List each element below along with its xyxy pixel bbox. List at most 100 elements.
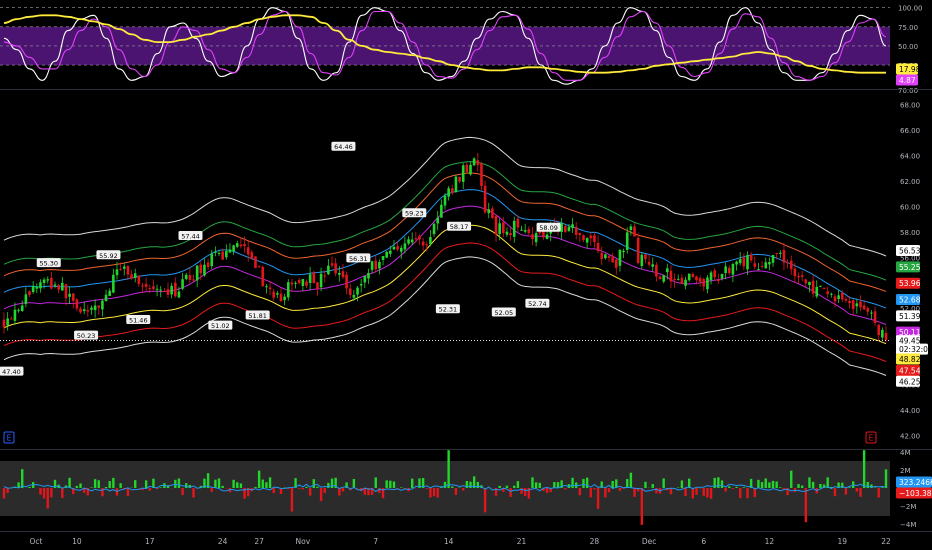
volume-bar[interactable] [462, 488, 465, 491]
volume-bar[interactable] [469, 481, 472, 488]
volume-bar[interactable] [760, 482, 764, 488]
volume-bar[interactable] [724, 488, 727, 492]
volume-bar[interactable] [108, 481, 111, 488]
volume-bar[interactable] [290, 488, 294, 512]
volume-bar[interactable] [728, 486, 731, 488]
volume-bar[interactable] [425, 488, 428, 489]
volume-bar[interactable] [316, 486, 319, 488]
volume-bar[interactable] [585, 477, 589, 488]
volume-bar[interactable] [651, 484, 654, 488]
volume-bar[interactable] [319, 488, 323, 502]
volume-bar[interactable] [764, 478, 767, 488]
volume-bar[interactable] [272, 488, 275, 494]
volume-bar[interactable] [374, 477, 377, 488]
volume-bar[interactable] [46, 488, 49, 509]
pivot-label[interactable]: 57.44 [178, 230, 203, 241]
volume-bar[interactable] [800, 485, 804, 488]
volume-bar[interactable] [112, 477, 115, 488]
volume-bar[interactable] [862, 450, 866, 488]
volume-bar[interactable] [443, 481, 447, 488]
volume-bar[interactable] [790, 470, 793, 488]
volume-bar[interactable] [214, 479, 217, 488]
volume-bar[interactable] [6, 488, 9, 493]
volume-bar[interactable] [640, 488, 644, 525]
volume-bar[interactable] [254, 486, 257, 488]
volume-bar[interactable] [410, 478, 414, 488]
candle[interactable] [312, 270, 316, 284]
pivot-label[interactable]: 51.81 [245, 310, 270, 321]
volume-bar[interactable] [181, 488, 184, 496]
volume-bar[interactable] [338, 488, 341, 496]
volume-bar[interactable] [516, 481, 520, 488]
volume-bar[interactable] [97, 480, 100, 488]
candle[interactable] [472, 157, 476, 167]
volume-bar[interactable] [779, 487, 782, 488]
volume-bar[interactable] [177, 478, 181, 488]
volume-bar[interactable] [757, 479, 760, 488]
volume-bar[interactable] [811, 481, 815, 488]
volume-bar[interactable] [39, 488, 42, 495]
volume-bar[interactable] [578, 488, 582, 496]
volume-bar[interactable] [731, 488, 735, 489]
volume-bar[interactable] [545, 488, 549, 493]
volume-bar[interactable] [848, 487, 851, 488]
volume-bar[interactable] [28, 486, 31, 488]
volume-bar[interactable] [513, 485, 516, 488]
volume-bar[interactable] [239, 483, 243, 488]
volume-bar[interactable] [881, 487, 884, 488]
volume-bar[interactable] [819, 483, 822, 488]
volume-bar[interactable] [268, 477, 272, 488]
pivot-label[interactable]: 59.23 [402, 208, 427, 218]
volume-bar[interactable] [134, 480, 137, 488]
volume-bar[interactable] [775, 481, 778, 488]
volume-bar[interactable] [221, 485, 224, 488]
volume-bar[interactable] [841, 482, 844, 488]
volume-bar[interactable] [589, 488, 592, 498]
volume-bar[interactable] [538, 482, 541, 488]
pivot-label[interactable]: 58.09 [536, 222, 561, 233]
volume-bar[interactable] [476, 481, 480, 488]
volume-bar[interactable] [797, 484, 800, 488]
volume-bar[interactable] [662, 478, 665, 488]
volume-bar[interactable] [855, 488, 859, 492]
volume-bar[interactable] [308, 488, 312, 496]
pivot-label[interactable]: 58.17 [447, 221, 472, 232]
volume-bar[interactable] [695, 488, 698, 495]
pivot-label[interactable]: 51.02 [208, 320, 233, 331]
volume-bar[interactable] [392, 481, 396, 488]
volume-bar[interactable] [330, 478, 334, 488]
volume-bar[interactable] [582, 478, 585, 488]
volume-bar[interactable] [447, 450, 450, 488]
volume-bar[interactable] [884, 469, 888, 488]
volume-bar[interactable] [571, 477, 574, 488]
candle[interactable] [385, 250, 388, 258]
volume-bar[interactable] [633, 488, 636, 497]
volume-bar[interactable] [301, 488, 305, 490]
volume-bar[interactable] [159, 487, 162, 488]
volume-bar[interactable] [735, 486, 738, 488]
pivot-label[interactable]: 55.30 [36, 258, 61, 268]
candle[interactable] [254, 256, 257, 269]
volume-bar[interactable] [604, 488, 607, 498]
volume-bar[interactable] [119, 483, 122, 488]
volume-bar[interactable] [611, 481, 614, 488]
volume-bar[interactable] [61, 488, 64, 499]
volume-bar[interactable] [352, 478, 356, 488]
volume-bar[interactable] [389, 480, 392, 488]
volume-bar[interactable] [312, 479, 315, 488]
volume-bar[interactable] [454, 488, 458, 495]
volume-bar[interactable] [877, 488, 880, 498]
volume-bar[interactable] [93, 479, 97, 488]
volume-bar[interactable] [236, 482, 239, 488]
volume-bar[interactable] [593, 488, 596, 490]
volume-bar[interactable] [42, 488, 46, 499]
volume-bar[interactable] [706, 488, 709, 498]
volume-bar[interactable] [217, 478, 221, 488]
volume-bar[interactable] [771, 480, 775, 488]
volume-bar[interactable] [483, 488, 487, 513]
volume-bar[interactable] [68, 477, 71, 488]
volume-bar[interactable] [509, 488, 512, 497]
volume-bar[interactable] [323, 488, 326, 493]
volume-bar[interactable] [844, 488, 848, 495]
pivot-label[interactable]: 55.92 [96, 250, 121, 260]
